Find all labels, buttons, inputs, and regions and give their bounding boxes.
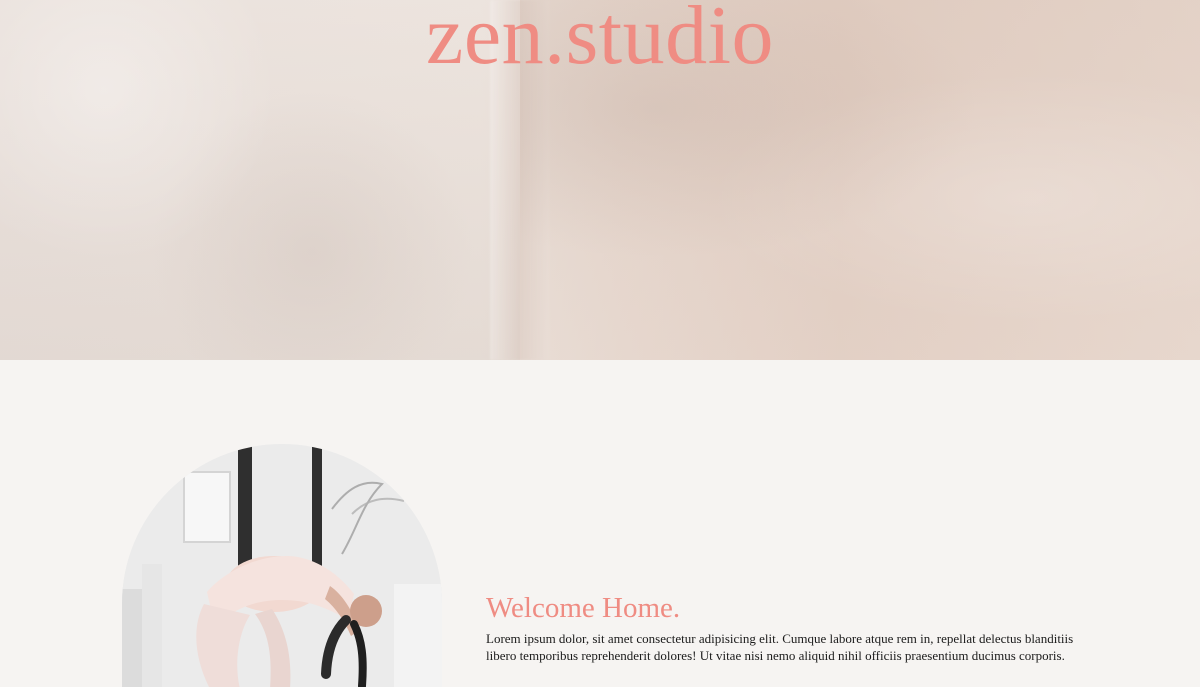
welcome-heading: Welcome Home. [486,592,681,624]
welcome-section: Welcome Home. Lorem ipsum dolor, sit ame… [0,360,1200,687]
welcome-text-block: Welcome Home. Lorem ipsum dolor, sit ame… [486,592,1086,664]
yoga-pose-image [122,444,442,687]
hero-banner: zen.studio [0,0,1200,360]
welcome-paragraph: Lorem ipsum dolor, sit amet consectetur … [486,631,1074,663]
brand-title: zen.studio [426,0,774,82]
